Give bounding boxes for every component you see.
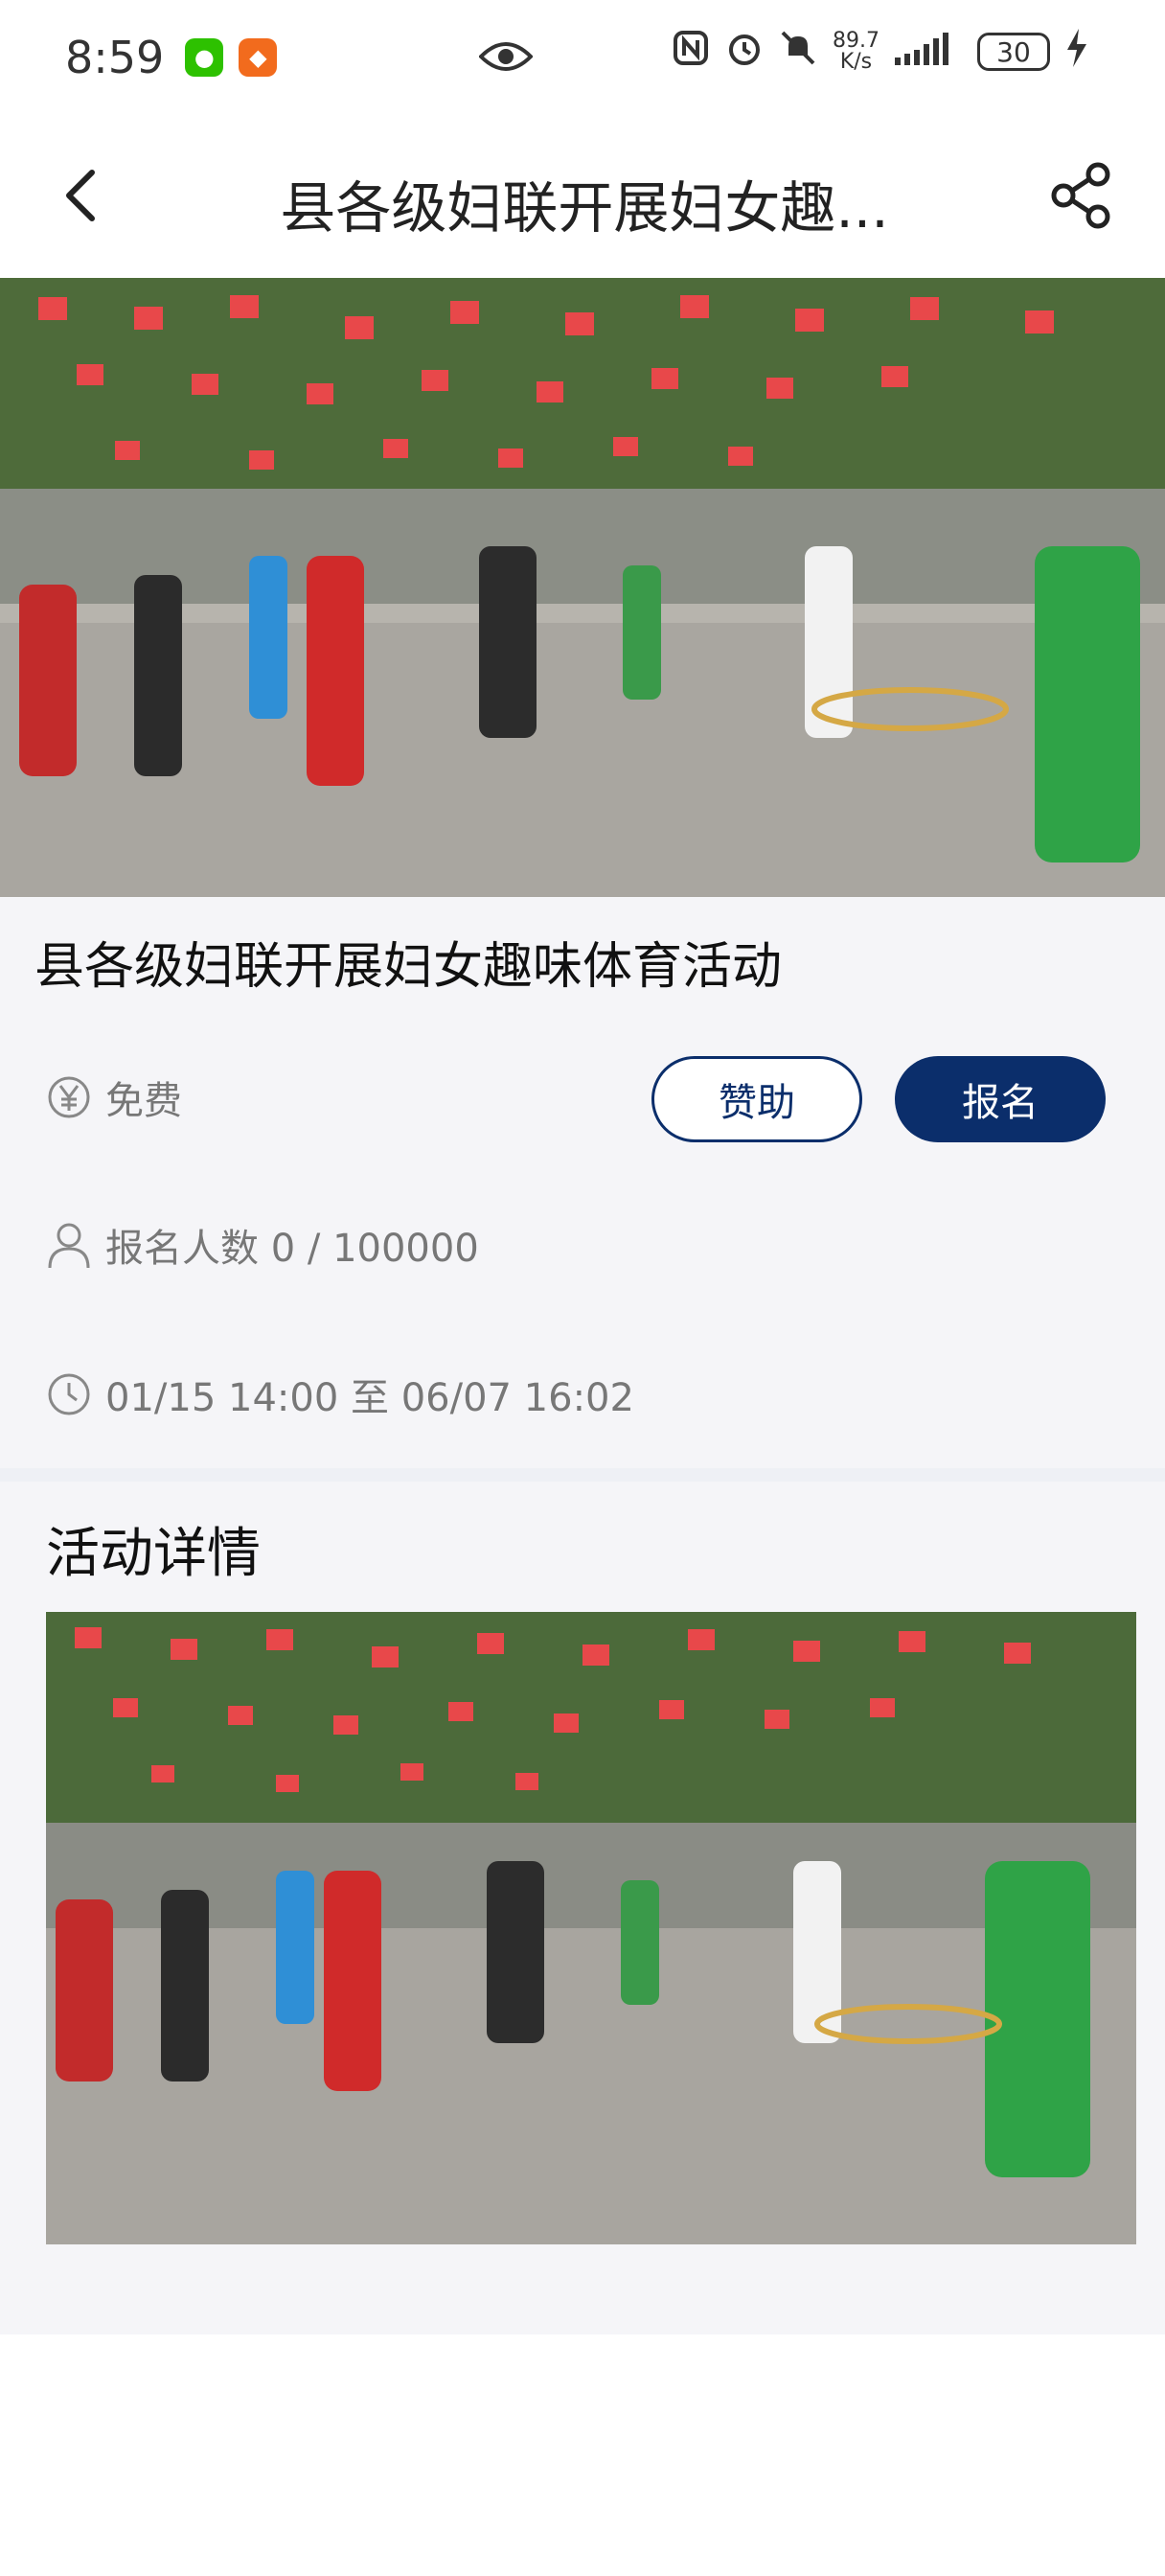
net-speed-unit: K/s bbox=[839, 50, 873, 74]
net-speed: 89.7 K/s bbox=[833, 31, 879, 73]
signal-icon bbox=[895, 31, 962, 73]
time-row: 01/15 14:00 至 06/07 16:02 bbox=[46, 1367, 634, 1422]
share-button[interactable] bbox=[1042, 157, 1119, 234]
wechat-icon: ● bbox=[185, 38, 224, 77]
event-cover-image bbox=[0, 278, 1165, 897]
page-title: 县各级妇联开展妇女趣... bbox=[280, 175, 889, 241]
battery-indicator: 30 bbox=[977, 33, 1050, 71]
alarm-icon bbox=[725, 29, 764, 75]
mute-icon bbox=[779, 29, 817, 75]
status-icons: 89.7 K/s 30 bbox=[672, 29, 1088, 75]
event-time-range: 01/15 14:00 至 06/07 16:02 bbox=[105, 1376, 634, 1420]
share-icon bbox=[1051, 162, 1110, 229]
clock-icon bbox=[48, 1373, 90, 1415]
app-notification-icon: ◆ bbox=[239, 38, 278, 77]
signup-count-row: 报名人数 0 / 100000 bbox=[46, 1217, 479, 1273]
details-photo bbox=[46, 1612, 1136, 2244]
details-image bbox=[46, 1612, 1136, 2244]
price-row: 免费 bbox=[46, 1070, 182, 1125]
signup-count: 报名人数 0 / 100000 bbox=[105, 1227, 479, 1271]
sponsor-button[interactable]: 赞助 bbox=[651, 1056, 862, 1142]
event-photo bbox=[0, 278, 1165, 897]
event-title: 县各级妇联开展妇女趣味体育活动 bbox=[34, 938, 783, 996]
bottom-blank-area bbox=[0, 2334, 1165, 2576]
yen-icon bbox=[48, 1076, 90, 1118]
back-button[interactable] bbox=[54, 157, 111, 234]
event-content: 县各级妇联开展妇女趣味体育活动 免费 赞助 报名 报名人数 0 / 100000… bbox=[0, 897, 1165, 2334]
chevron-left-icon bbox=[66, 170, 95, 221]
eye-icon bbox=[478, 34, 534, 86]
price-label: 免费 bbox=[105, 1079, 182, 1123]
charging-icon bbox=[1065, 29, 1088, 75]
net-speed-value: 89.7 bbox=[833, 29, 879, 53]
section-divider bbox=[0, 1468, 1165, 1482]
nfc-icon bbox=[672, 29, 710, 75]
details-section-title: 活动详情 bbox=[46, 1523, 261, 1585]
signup-button[interactable]: 报名 bbox=[895, 1056, 1106, 1142]
person-icon bbox=[48, 1223, 90, 1269]
status-time: 8:59 bbox=[65, 32, 165, 83]
nav-bar: 县各级妇联开展妇女趣... bbox=[0, 115, 1165, 278]
status-bar: 8:59 ● ◆ 89.7 K/s 30 bbox=[0, 0, 1165, 115]
